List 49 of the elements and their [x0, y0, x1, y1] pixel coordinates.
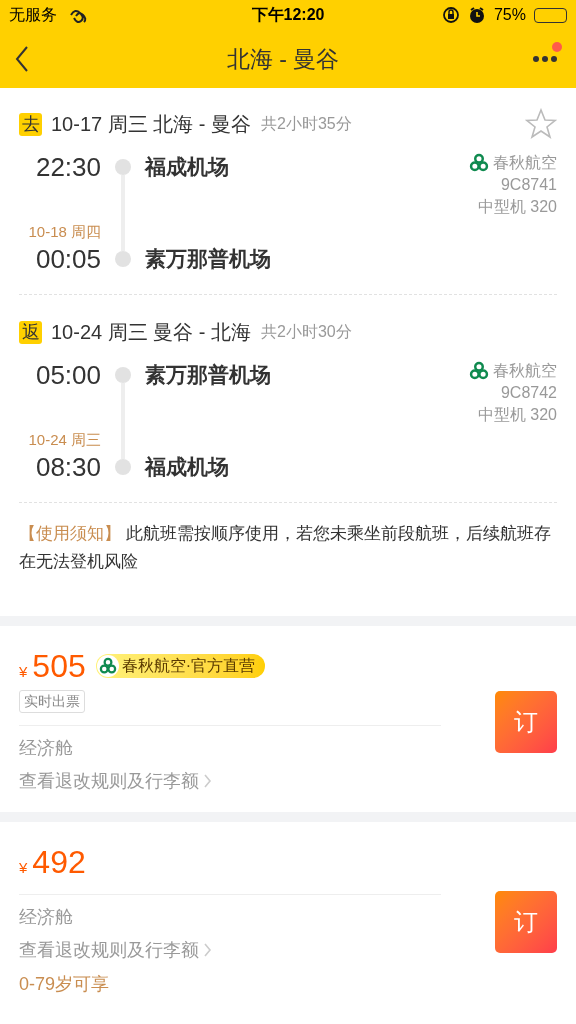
battery-icon [534, 7, 567, 23]
ticket-tag: 实时出票 [19, 690, 85, 713]
price-text: ¥505 [19, 647, 86, 686]
cabin-class: 经济舱 [19, 906, 74, 929]
notice-text: 【使用须知】 此航班需按顺序使用，若您未乘坐前段航班，后续航班存在无法登机风险 [19, 523, 552, 573]
book-button[interactable]: 订 [495, 691, 557, 753]
more-icon [533, 55, 557, 63]
page-title: 北海 - 曼谷 [225, 44, 341, 74]
arrival-date: 10-24 周三 [28, 430, 101, 450]
duration-text: 共2小时35分 [261, 114, 353, 134]
airline-logo-icon [469, 153, 489, 173]
airline-name: 春秋航空 [493, 361, 557, 381]
arrival-time: 08:30 [35, 451, 101, 484]
date-route-text: 10-17 周三 北海 - 曼谷 [51, 112, 252, 137]
departure-airport: 素万那普机场 [145, 362, 272, 388]
chevron-icon [203, 942, 212, 958]
back-icon [14, 45, 30, 73]
aircraft-text: 中型机 320 [477, 197, 557, 217]
star-icon[interactable] [525, 108, 557, 140]
airline-logo-icon [98, 657, 117, 675]
battery-text: 75% [493, 5, 526, 25]
arrival-airport: 福成机场 [145, 454, 230, 480]
date-route-text: 10-24 周三 曼谷 - 北海 [51, 320, 252, 345]
chevron-icon [203, 773, 212, 789]
aircraft-text: 中型机 320 [477, 405, 557, 425]
clock-text: 下午12:20 [251, 5, 325, 25]
rotation-lock-icon [441, 6, 460, 24]
book-button[interactable]: 订 [495, 890, 557, 953]
departure-time: 22:30 [35, 151, 101, 184]
airline-name: 春秋航空 [493, 153, 557, 173]
trip-tag: 去 [19, 112, 42, 136]
price-text: ¥492 [19, 843, 86, 882]
alarm-icon [467, 6, 486, 24]
departure-airport: 福成机场 [145, 154, 230, 180]
rules-link[interactable]: 查看退改规则及行李额 [19, 764, 212, 798]
carrier-text: 无服务 [9, 5, 57, 25]
airline-logo-icon [469, 361, 489, 381]
arrival-time: 00:05 [35, 243, 101, 276]
trip-tag: 返 [19, 320, 42, 344]
rules-link[interactable]: 查看退改规则及行李额 [19, 933, 212, 967]
departure-time: 05:00 [35, 359, 101, 392]
flight-number: 9C8742 [500, 383, 557, 403]
arrival-date: 10-18 周四 [28, 222, 101, 242]
cabin-class: 经济舱 [19, 737, 74, 760]
flight-number: 9C8741 [500, 175, 557, 195]
eligibility-text: 0-79岁可享 [19, 973, 111, 996]
arrival-airport: 素万那普机场 [145, 246, 272, 272]
duration-text: 共2小时30分 [261, 322, 353, 342]
airline-badge: 春秋航空·官方直营 [95, 654, 266, 678]
